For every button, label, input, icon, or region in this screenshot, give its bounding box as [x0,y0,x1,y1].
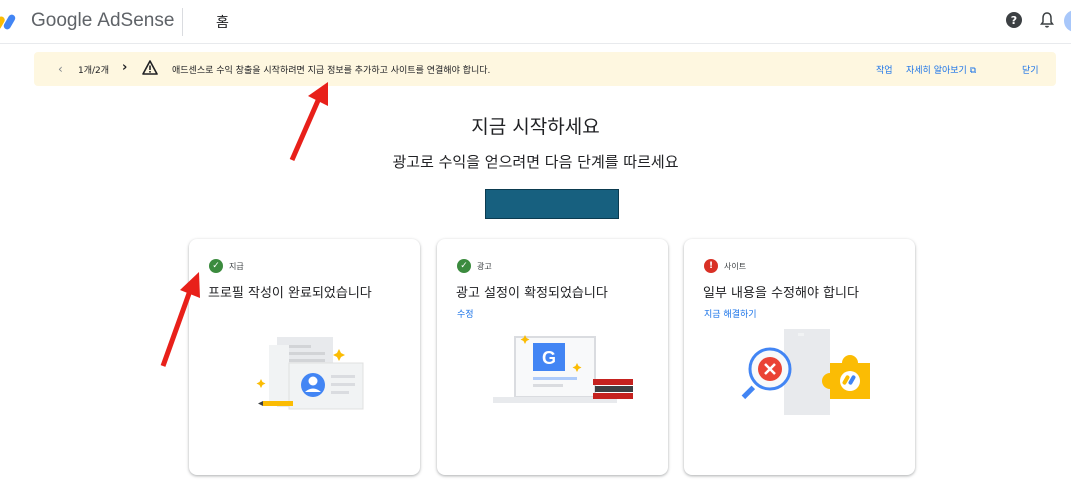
notifications-icon[interactable] [1040,11,1054,29]
step-title: 프로필 작성이 완료되었습니다 [208,286,372,301]
close-notice-link[interactable]: 닫기 [1022,63,1039,76]
page-title-home: 홈 [216,15,229,31]
profile-document-illustration [256,337,364,410]
warning-icon [142,60,158,75]
step-title: 일부 내용을 수정해야 합니다 [703,286,859,301]
account-avatar[interactable] [1064,10,1071,32]
learn-more-label: 자세히 알아보기 [906,66,967,76]
fix-now-link[interactable]: 지금 해결하기 [704,307,757,320]
step-title: 광고 설정이 확정되었습니다 [456,286,608,301]
help-icon[interactable]: ? [1006,12,1022,28]
step-status-label: 광고 [477,261,492,271]
site-step-card[interactable]: ! 사이트 일부 내용을 수정해야 합니다 지금 해결하기 [684,239,915,475]
page-heading: 지금 시작하세요 [471,116,600,138]
notice-pager: 1개/2개 [78,66,110,76]
open-in-new-icon: ⧉ [969,66,977,76]
header-divider [182,8,183,36]
check-circle-icon: ✓ [209,259,223,273]
adsense-home-page: Google AdSense 홈 ? ‹ 1개/2개 › 애드센스로 수익 창출… [0,0,1071,488]
brand-google: Google [31,10,93,31]
check-circle-icon: ✓ [457,259,471,273]
learn-more-link[interactable]: 자세히 알아보기 ⧉ [906,63,976,76]
step-status: ✓ 광고 [457,259,492,273]
task-link[interactable]: 작업 [876,63,893,76]
puzzle-magnifier-illustration [741,329,870,415]
step-status: ✓ 지급 [209,259,244,273]
brand-product: AdSense [97,10,175,31]
error-circle-icon: ! [704,259,718,273]
svg-text:G: G [542,348,556,368]
payment-step-card[interactable]: ✓ 지급 프로필 작성이 완료되었습니다 [189,239,420,475]
notice-message: 애드센스로 수익 창출을 시작하려면 지급 정보를 추가하고 사이트를 연결해야… [172,66,491,76]
adsense-logo-icon [0,14,16,30]
laptop-google-illustration: G [493,335,633,403]
edit-link[interactable]: 수정 [457,307,474,320]
ads-step-card[interactable]: ✓ 광고 광고 설정이 확정되었습니다 수정 G [437,239,668,475]
notice-banner: ‹ 1개/2개 › 애드센스로 수익 창출을 시작하려면 지급 정보를 추가하고… [34,52,1056,86]
next-notice-chevron-right-icon[interactable]: › [122,60,127,75]
step-status: ! 사이트 [704,259,746,273]
redacted-action-button[interactable] [485,189,619,219]
top-app-bar: Google AdSense 홈 ? [0,0,1071,44]
app-brand[interactable]: Google AdSense [31,10,174,32]
prev-notice-chevron-left-icon[interactable]: ‹ [58,62,63,76]
step-status-label: 사이트 [724,261,747,271]
page-subheading: 광고로 수익을 얻으려면 다음 단계를 따르세요 [392,153,679,171]
step-status-label: 지급 [229,261,244,271]
